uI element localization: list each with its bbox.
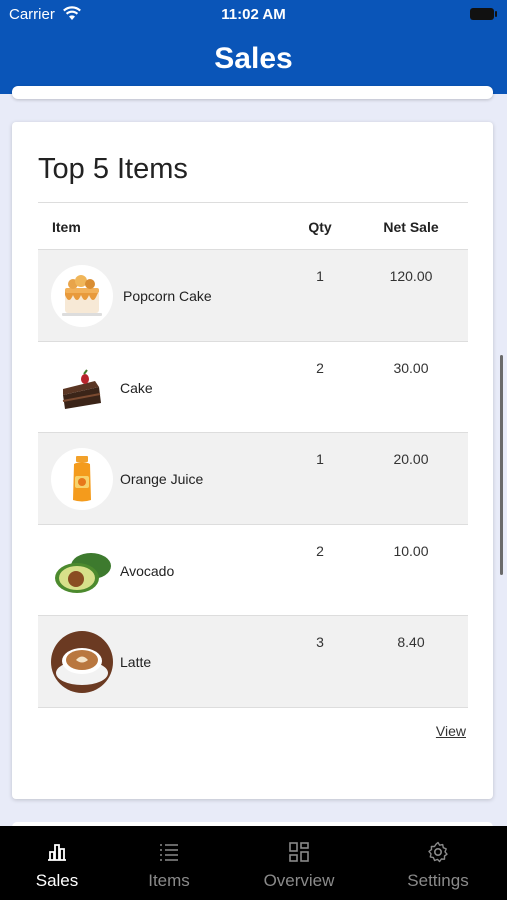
scroll-indicator[interactable]: [500, 355, 503, 575]
tab-label: Sales: [35, 871, 79, 890]
item-qty: 3: [316, 634, 324, 650]
navigation-bar: Carrier 11:02 AM Sales: [0, 0, 507, 94]
table-row[interactable]: Cake 2 30.00: [38, 342, 468, 433]
tab-label: Settings: [407, 871, 469, 890]
item-qty: 2: [316, 359, 324, 376]
item-name: Orange Juice: [120, 471, 204, 487]
battery-icon: [470, 8, 497, 20]
column-header-qty: Qty: [308, 219, 332, 235]
item-name: Cake: [120, 379, 153, 396]
orange-juice-image: [51, 448, 113, 510]
item-qty: 2: [316, 542, 324, 559]
top-items-table: Item Qty Net Sale Popcorn Cake 1 120.00: [38, 202, 468, 708]
top-items-card: Top 5 Items Item Qty Net Sale Popcorn Ca…: [12, 122, 493, 799]
tab-overview[interactable]: Overview: [248, 826, 350, 900]
item-net-sale: 30.00: [393, 359, 429, 376]
item-name: Avocado: [120, 562, 175, 579]
tab-settings[interactable]: Settings: [392, 826, 484, 900]
previous-card: [12, 86, 493, 99]
item-qty: 1: [316, 451, 324, 467]
status-time: 11:02 AM: [221, 6, 286, 23]
page-title: Sales: [214, 42, 293, 75]
tab-label: Items: [148, 871, 190, 890]
item-net-sale: 20.00: [393, 451, 429, 467]
bar-chart-icon: [48, 844, 66, 861]
column-header-item: Item: [52, 219, 81, 235]
tab-sales[interactable]: Sales: [12, 826, 102, 900]
gear-icon: [428, 841, 448, 863]
cake-image: [51, 356, 113, 419]
view-link[interactable]: View: [436, 723, 466, 739]
latte-image: [51, 631, 113, 693]
status-bar: Carrier 11:02 AM: [0, 0, 507, 28]
table-row[interactable]: Popcorn Cake 1 120.00: [38, 250, 468, 342]
table-row[interactable]: Orange Juice 1 20.00: [38, 433, 468, 525]
table-row[interactable]: Latte 3 8.40: [38, 616, 468, 708]
tab-bar: Sales Items Overview Settings: [0, 826, 507, 900]
popcorn-cake-image: [51, 265, 113, 327]
item-net-sale: 8.40: [397, 634, 425, 650]
item-name: Latte: [120, 654, 152, 670]
table-header: Item Qty Net Sale: [38, 202, 468, 250]
grid-icon: [289, 842, 309, 862]
card-title: Top 5 Items: [38, 153, 188, 185]
list-icon: [160, 844, 178, 861]
item-qty: 1: [316, 268, 324, 284]
avocado-image: [51, 539, 113, 602]
column-header-net-sale: Net Sale: [383, 219, 439, 235]
item-net-sale: 120.00: [389, 268, 433, 284]
item-name: Popcorn Cake: [123, 288, 212, 304]
tab-items[interactable]: Items: [124, 826, 214, 900]
tab-label: Overview: [263, 871, 335, 890]
table-row[interactable]: Avocado 2 10.00: [38, 525, 468, 616]
item-net-sale: 10.00: [393, 542, 429, 559]
